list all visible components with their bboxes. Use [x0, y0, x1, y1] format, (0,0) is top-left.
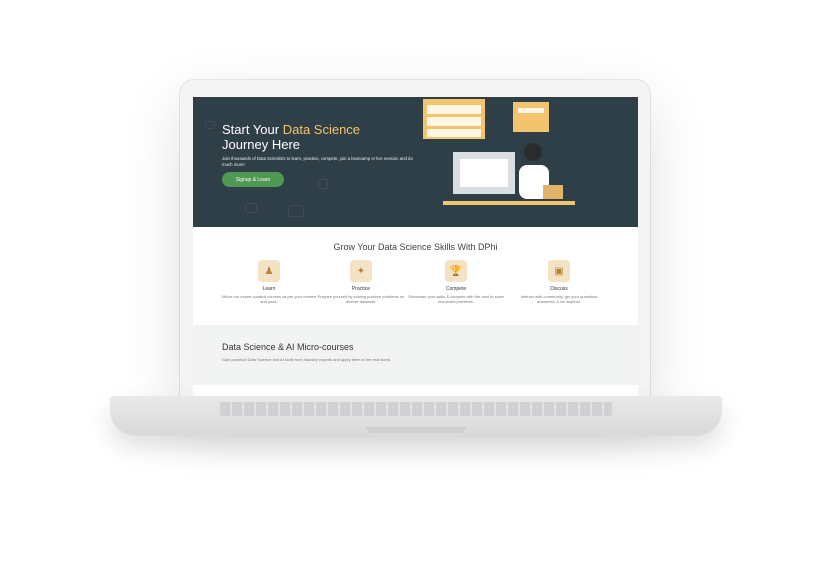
laptop-base — [110, 396, 722, 436]
feature-name: Compete — [445, 286, 467, 292]
chair-illustration — [543, 185, 563, 199]
hero-title-line2: Journey Here — [222, 137, 301, 152]
skills-title: Grow Your Data Science Skills With DPhi — [333, 242, 498, 252]
card-row — [518, 108, 544, 113]
chat-icon: ▣ — [548, 260, 570, 282]
feature-learn: ♟ Learn Utilize our expert curated cours… — [221, 260, 317, 304]
micro-courses-section: Data Science & AI Micro-courses Gain pra… — [193, 325, 638, 385]
decor-icon — [245, 203, 257, 213]
decor-icon — [205, 121, 215, 129]
monitor-screen — [460, 159, 508, 187]
feature-description: Utilize our expert curated courses as pe… — [221, 294, 317, 304]
card-row — [427, 117, 481, 126]
feature-discuss: ▣ Discuss Interact with community, get y… — [511, 260, 607, 304]
courses-subtitle: Gain practical Data Science and AI skill… — [222, 357, 391, 362]
learn-icon: ♟ — [258, 260, 280, 282]
feature-description: Interact with community, get your questi… — [520, 294, 598, 304]
decor-icon — [318, 179, 328, 189]
desk-illustration — [443, 201, 575, 205]
chart-card-illustration — [513, 102, 549, 132]
hero-title-prefix: Start Your — [222, 122, 283, 137]
feature-name: Learn — [262, 286, 276, 292]
feature-name: Discuss — [550, 286, 568, 292]
feature-name: Practice — [351, 286, 371, 292]
keyboard — [220, 402, 612, 416]
hero-illustration — [423, 99, 575, 205]
signup-learn-button[interactable]: Signup & Learn — [222, 172, 284, 187]
hero-title-highlight: Data Science — [282, 122, 361, 137]
laptop-notch — [366, 427, 466, 433]
card-row — [427, 105, 481, 114]
decor-icon — [288, 205, 304, 217]
hero-subtitle: Join thousands of Data Scientists to lea… — [222, 156, 413, 167]
courses-title: Data Science & AI Micro-courses — [222, 342, 354, 352]
feature-compete: 🏆 Compete Showcase your skills & compete… — [408, 260, 504, 304]
hero-title: Start Your Data Science Journey Here — [222, 122, 360, 152]
feature-description: Showcase your skills & compete with the … — [408, 294, 504, 304]
trophy-icon: 🏆 — [445, 260, 467, 282]
person-head — [524, 143, 542, 161]
laptop-screen: Start Your Data Science Journey Here Joi… — [193, 97, 638, 397]
feature-practice: ✦ Practice Prepare yourself by solving p… — [313, 260, 409, 304]
feature-description: Prepare yourself by solving practice pro… — [317, 294, 405, 304]
hero-banner: Start Your Data Science Journey Here Joi… — [193, 97, 638, 227]
card-row — [427, 129, 481, 137]
practice-icon: ✦ — [350, 260, 372, 282]
